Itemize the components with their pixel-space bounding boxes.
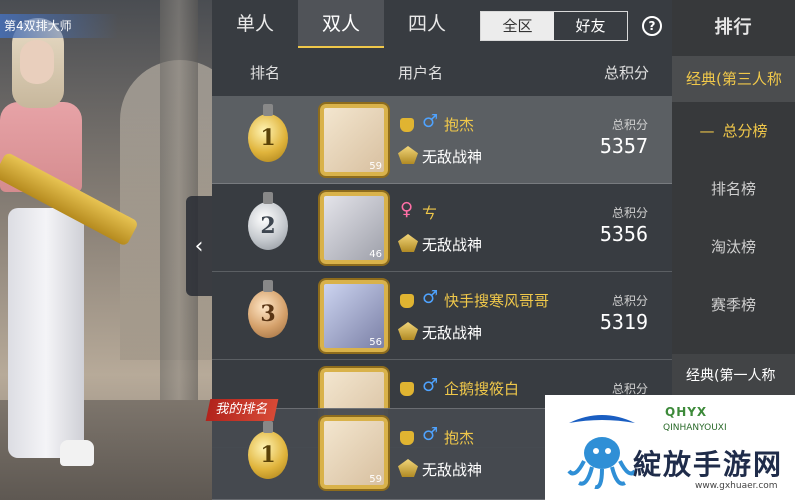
player-name: 快手搜寒风哥哥	[444, 292, 550, 310]
male-icon: ♂	[422, 424, 439, 445]
player-title-banner: 第4双排大师	[0, 14, 118, 38]
sidebar-item-placement[interactable]: 排名榜	[672, 160, 795, 218]
gold-medal-icon: 1	[248, 421, 288, 479]
octopus-logo-icon	[567, 415, 637, 489]
silver-medal-icon: 2	[248, 192, 288, 250]
avatar[interactable]: 56	[320, 280, 388, 352]
sidebar-category-fpp[interactable]: 经典(第一人称	[672, 354, 795, 398]
avatar-level: 46	[369, 249, 382, 260]
crown-icon	[400, 382, 414, 396]
scope-all-button[interactable]: 全区	[481, 12, 554, 40]
tab-squad[interactable]: 四人	[384, 0, 470, 48]
character-pants	[8, 208, 84, 458]
score-value: 5356	[599, 222, 648, 246]
score-label: 总积分	[611, 206, 648, 220]
background-scene: 第4双排大师	[0, 0, 212, 500]
crown-icon	[400, 431, 414, 445]
avatar[interactable]: 59	[320, 417, 388, 489]
scope-friends-button[interactable]: 好友	[554, 12, 627, 40]
player-tier: 无敌战神	[422, 324, 483, 342]
avatar-level: 59	[369, 161, 382, 172]
score-label: 总积分	[611, 294, 648, 308]
character-face	[20, 40, 54, 84]
character-shoe	[60, 440, 94, 466]
leaderboard-row[interactable]: 2 46 ♀ ㄘ 无敌战神 总积分 5356	[212, 184, 672, 272]
male-icon: ♂	[422, 375, 439, 396]
tab-duo[interactable]: 双人	[298, 0, 384, 48]
sidebar-title: 排行	[714, 17, 753, 38]
tier-badge-icon	[398, 146, 418, 164]
avatar[interactable]: 46	[320, 192, 388, 264]
avatar-level: 56	[369, 337, 382, 348]
gold-medal-icon: 1	[248, 104, 288, 162]
player-tier: 无敌战神	[422, 236, 483, 254]
player-name: 企鹅搜筱白	[444, 380, 520, 398]
collapse-panel-button[interactable]: ‹	[186, 196, 212, 296]
watermark-url: www.gxhuaer.com	[695, 481, 778, 491]
my-rank-badge: 我的排名	[205, 399, 279, 421]
bronze-medal-icon: 3	[248, 280, 288, 338]
player-name: 抱杰	[444, 429, 475, 447]
tab-solo[interactable]: 单人	[212, 0, 298, 48]
sidebar-item-total[interactable]: 总分榜	[672, 102, 795, 160]
avatar-level: 59	[369, 474, 382, 485]
leaderboard-row[interactable]: 3 56 ♂ 快手搜寒风哥哥 无敌战神 总积分 5319	[212, 272, 672, 360]
score-label: 总积分	[611, 118, 648, 132]
player-tier: 无敌战神	[422, 461, 483, 479]
column-header-user: 用户名	[398, 64, 444, 82]
leaderboard-row[interactable]: 1 59 ♂ 抱杰 无敌战神 总积分 5357	[212, 96, 672, 184]
tier-badge-icon	[398, 234, 418, 252]
sidebar-item-eliminations[interactable]: 淘汰榜	[672, 218, 795, 276]
female-icon: ♀	[400, 199, 414, 220]
male-icon: ♂	[422, 111, 439, 132]
column-header-rank: 排名	[250, 64, 281, 82]
tier-badge-icon	[398, 459, 418, 477]
help-icon[interactable]: ?	[642, 16, 662, 36]
player-tier: 无敌战神	[422, 148, 483, 166]
chevron-left-icon: ‹	[194, 233, 204, 259]
watermark-brand-cn: 綻放手游网	[633, 448, 784, 481]
score-value: 5319	[599, 310, 648, 334]
watermark-brand-en: QHYX	[665, 405, 708, 419]
sidebar-category-tpp[interactable]: 经典(第三人称	[672, 56, 795, 102]
watermark-brand-en2: QINHANYOUXI	[663, 423, 727, 433]
scope-toggle: 全区 好友	[480, 11, 628, 41]
score-value: 5357	[599, 134, 648, 158]
avatar[interactable]: 59	[320, 104, 388, 176]
crown-icon	[400, 118, 414, 132]
male-icon: ♂	[422, 287, 439, 308]
site-watermark: QHYX QINHANYOUXI 綻放手游网 www.gxhuaer.com	[545, 395, 795, 500]
crown-icon	[400, 294, 414, 308]
player-name: 抱杰	[444, 116, 475, 134]
tier-badge-icon	[398, 322, 418, 340]
player-name: ㄘ	[422, 204, 438, 222]
sidebar-item-season[interactable]: 赛季榜	[672, 276, 795, 334]
column-header-score: 总积分	[604, 64, 650, 82]
